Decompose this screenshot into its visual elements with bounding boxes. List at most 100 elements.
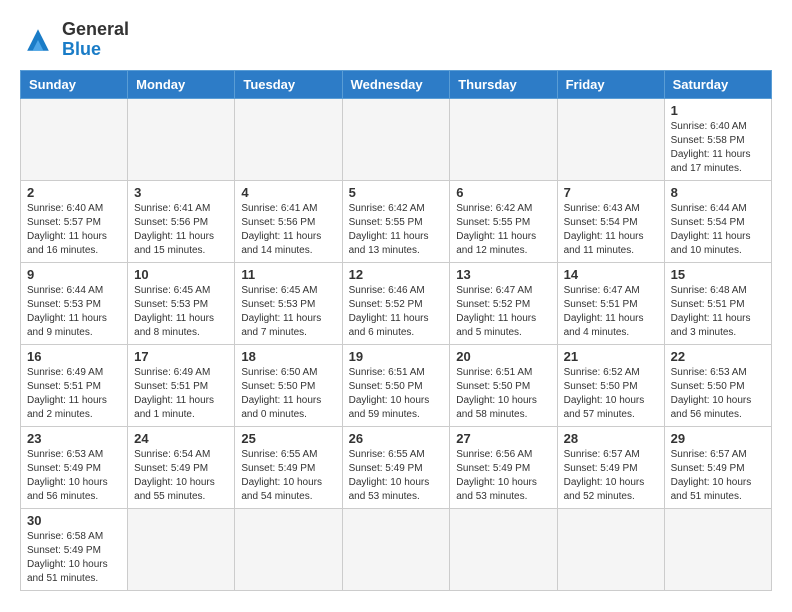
calendar-day-cell: 8 Sunrise: 6:44 AM Sunset: 5:54 PM Dayli… <box>664 180 771 262</box>
day-number: 4 <box>241 185 335 200</box>
calendar-week-row: 16 Sunrise: 6:49 AM Sunset: 5:51 PM Dayl… <box>21 344 772 426</box>
day-info: Sunrise: 6:40 AM Sunset: 5:58 PM Dayligh… <box>671 120 765 176</box>
logo-icon <box>20 22 56 58</box>
day-number: 2 <box>27 185 121 200</box>
day-info: Sunrise: 6:46 AM Sunset: 5:52 PM Dayligh… <box>349 284 444 340</box>
day-number: 21 <box>564 349 658 364</box>
day-number: 3 <box>134 185 228 200</box>
calendar-day-cell: 3 Sunrise: 6:41 AM Sunset: 5:56 PM Dayli… <box>128 180 235 262</box>
calendar-day-cell: 17 Sunrise: 6:49 AM Sunset: 5:51 PM Dayl… <box>128 344 235 426</box>
calendar-day-cell: 7 Sunrise: 6:43 AM Sunset: 5:54 PM Dayli… <box>557 180 664 262</box>
calendar-day-cell: 16 Sunrise: 6:49 AM Sunset: 5:51 PM Dayl… <box>21 344 128 426</box>
day-info: Sunrise: 6:50 AM Sunset: 5:50 PM Dayligh… <box>241 366 335 422</box>
calendar-week-row: 9 Sunrise: 6:44 AM Sunset: 5:53 PM Dayli… <box>21 262 772 344</box>
day-info: Sunrise: 6:42 AM Sunset: 5:55 PM Dayligh… <box>349 202 444 258</box>
calendar-day-cell: 29 Sunrise: 6:57 AM Sunset: 5:49 PM Dayl… <box>664 426 771 508</box>
day-number: 20 <box>456 349 550 364</box>
day-number: 19 <box>349 349 444 364</box>
calendar-day-cell: 6 Sunrise: 6:42 AM Sunset: 5:55 PM Dayli… <box>450 180 557 262</box>
day-header-wednesday: Wednesday <box>342 70 450 98</box>
calendar-day-cell: 10 Sunrise: 6:45 AM Sunset: 5:53 PM Dayl… <box>128 262 235 344</box>
day-info: Sunrise: 6:58 AM Sunset: 5:49 PM Dayligh… <box>27 530 121 586</box>
calendar-day-cell: 30 Sunrise: 6:58 AM Sunset: 5:49 PM Dayl… <box>21 508 128 590</box>
calendar-day-cell: 18 Sunrise: 6:50 AM Sunset: 5:50 PM Dayl… <box>235 344 342 426</box>
day-info: Sunrise: 6:43 AM Sunset: 5:54 PM Dayligh… <box>564 202 658 258</box>
calendar-day-cell: 9 Sunrise: 6:44 AM Sunset: 5:53 PM Dayli… <box>21 262 128 344</box>
calendar-day-cell: 26 Sunrise: 6:55 AM Sunset: 5:49 PM Dayl… <box>342 426 450 508</box>
day-info: Sunrise: 6:44 AM Sunset: 5:53 PM Dayligh… <box>27 284 121 340</box>
day-number: 30 <box>27 513 121 528</box>
calendar-day-cell <box>235 508 342 590</box>
day-info: Sunrise: 6:45 AM Sunset: 5:53 PM Dayligh… <box>241 284 335 340</box>
calendar-day-cell: 14 Sunrise: 6:47 AM Sunset: 5:51 PM Dayl… <box>557 262 664 344</box>
day-info: Sunrise: 6:49 AM Sunset: 5:51 PM Dayligh… <box>134 366 228 422</box>
day-number: 7 <box>564 185 658 200</box>
day-number: 27 <box>456 431 550 446</box>
calendar-week-row: 30 Sunrise: 6:58 AM Sunset: 5:49 PM Dayl… <box>21 508 772 590</box>
calendar-day-cell <box>664 508 771 590</box>
calendar-day-cell <box>235 98 342 180</box>
day-info: Sunrise: 6:52 AM Sunset: 5:50 PM Dayligh… <box>564 366 658 422</box>
page-header: General Blue <box>20 20 772 60</box>
day-info: Sunrise: 6:57 AM Sunset: 5:49 PM Dayligh… <box>564 448 658 504</box>
calendar-day-cell: 11 Sunrise: 6:45 AM Sunset: 5:53 PM Dayl… <box>235 262 342 344</box>
day-header-sunday: Sunday <box>21 70 128 98</box>
day-number: 29 <box>671 431 765 446</box>
calendar-day-cell: 19 Sunrise: 6:51 AM Sunset: 5:50 PM Dayl… <box>342 344 450 426</box>
day-info: Sunrise: 6:40 AM Sunset: 5:57 PM Dayligh… <box>27 202 121 258</box>
day-info: Sunrise: 6:47 AM Sunset: 5:51 PM Dayligh… <box>564 284 658 340</box>
day-number: 5 <box>349 185 444 200</box>
calendar-week-row: 23 Sunrise: 6:53 AM Sunset: 5:49 PM Dayl… <box>21 426 772 508</box>
day-header-friday: Friday <box>557 70 664 98</box>
day-number: 14 <box>564 267 658 282</box>
calendar-day-cell <box>557 98 664 180</box>
calendar-day-cell <box>557 508 664 590</box>
day-info: Sunrise: 6:47 AM Sunset: 5:52 PM Dayligh… <box>456 284 550 340</box>
day-info: Sunrise: 6:53 AM Sunset: 5:50 PM Dayligh… <box>671 366 765 422</box>
day-info: Sunrise: 6:51 AM Sunset: 5:50 PM Dayligh… <box>456 366 550 422</box>
day-header-saturday: Saturday <box>664 70 771 98</box>
day-info: Sunrise: 6:55 AM Sunset: 5:49 PM Dayligh… <box>349 448 444 504</box>
day-info: Sunrise: 6:55 AM Sunset: 5:49 PM Dayligh… <box>241 448 335 504</box>
day-number: 8 <box>671 185 765 200</box>
day-info: Sunrise: 6:51 AM Sunset: 5:50 PM Dayligh… <box>349 366 444 422</box>
day-info: Sunrise: 6:45 AM Sunset: 5:53 PM Dayligh… <box>134 284 228 340</box>
day-info: Sunrise: 6:56 AM Sunset: 5:49 PM Dayligh… <box>456 448 550 504</box>
calendar-day-cell: 4 Sunrise: 6:41 AM Sunset: 5:56 PM Dayli… <box>235 180 342 262</box>
logo: General Blue <box>20 20 129 60</box>
day-number: 22 <box>671 349 765 364</box>
calendar-day-cell <box>450 508 557 590</box>
calendar-day-cell <box>21 98 128 180</box>
day-info: Sunrise: 6:44 AM Sunset: 5:54 PM Dayligh… <box>671 202 765 258</box>
day-info: Sunrise: 6:41 AM Sunset: 5:56 PM Dayligh… <box>134 202 228 258</box>
logo-text: General Blue <box>62 20 129 60</box>
day-number: 17 <box>134 349 228 364</box>
day-number: 26 <box>349 431 444 446</box>
calendar-week-row: 1 Sunrise: 6:40 AM Sunset: 5:58 PM Dayli… <box>21 98 772 180</box>
day-info: Sunrise: 6:48 AM Sunset: 5:51 PM Dayligh… <box>671 284 765 340</box>
calendar-day-cell: 28 Sunrise: 6:57 AM Sunset: 5:49 PM Dayl… <box>557 426 664 508</box>
day-number: 16 <box>27 349 121 364</box>
day-number: 12 <box>349 267 444 282</box>
calendar-day-cell: 25 Sunrise: 6:55 AM Sunset: 5:49 PM Dayl… <box>235 426 342 508</box>
day-number: 15 <box>671 267 765 282</box>
day-number: 13 <box>456 267 550 282</box>
calendar-day-cell: 27 Sunrise: 6:56 AM Sunset: 5:49 PM Dayl… <box>450 426 557 508</box>
day-number: 28 <box>564 431 658 446</box>
calendar-day-cell: 5 Sunrise: 6:42 AM Sunset: 5:55 PM Dayli… <box>342 180 450 262</box>
day-info: Sunrise: 6:57 AM Sunset: 5:49 PM Dayligh… <box>671 448 765 504</box>
calendar-day-cell: 2 Sunrise: 6:40 AM Sunset: 5:57 PM Dayli… <box>21 180 128 262</box>
day-info: Sunrise: 6:42 AM Sunset: 5:55 PM Dayligh… <box>456 202 550 258</box>
day-number: 11 <box>241 267 335 282</box>
day-info: Sunrise: 6:53 AM Sunset: 5:49 PM Dayligh… <box>27 448 121 504</box>
day-number: 6 <box>456 185 550 200</box>
day-number: 9 <box>27 267 121 282</box>
day-header-monday: Monday <box>128 70 235 98</box>
calendar-week-row: 2 Sunrise: 6:40 AM Sunset: 5:57 PM Dayli… <box>21 180 772 262</box>
calendar-day-cell: 23 Sunrise: 6:53 AM Sunset: 5:49 PM Dayl… <box>21 426 128 508</box>
calendar-day-cell: 13 Sunrise: 6:47 AM Sunset: 5:52 PM Dayl… <box>450 262 557 344</box>
calendar-table: SundayMondayTuesdayWednesdayThursdayFrid… <box>20 70 772 591</box>
calendar-day-cell: 12 Sunrise: 6:46 AM Sunset: 5:52 PM Dayl… <box>342 262 450 344</box>
day-number: 1 <box>671 103 765 118</box>
day-info: Sunrise: 6:41 AM Sunset: 5:56 PM Dayligh… <box>241 202 335 258</box>
